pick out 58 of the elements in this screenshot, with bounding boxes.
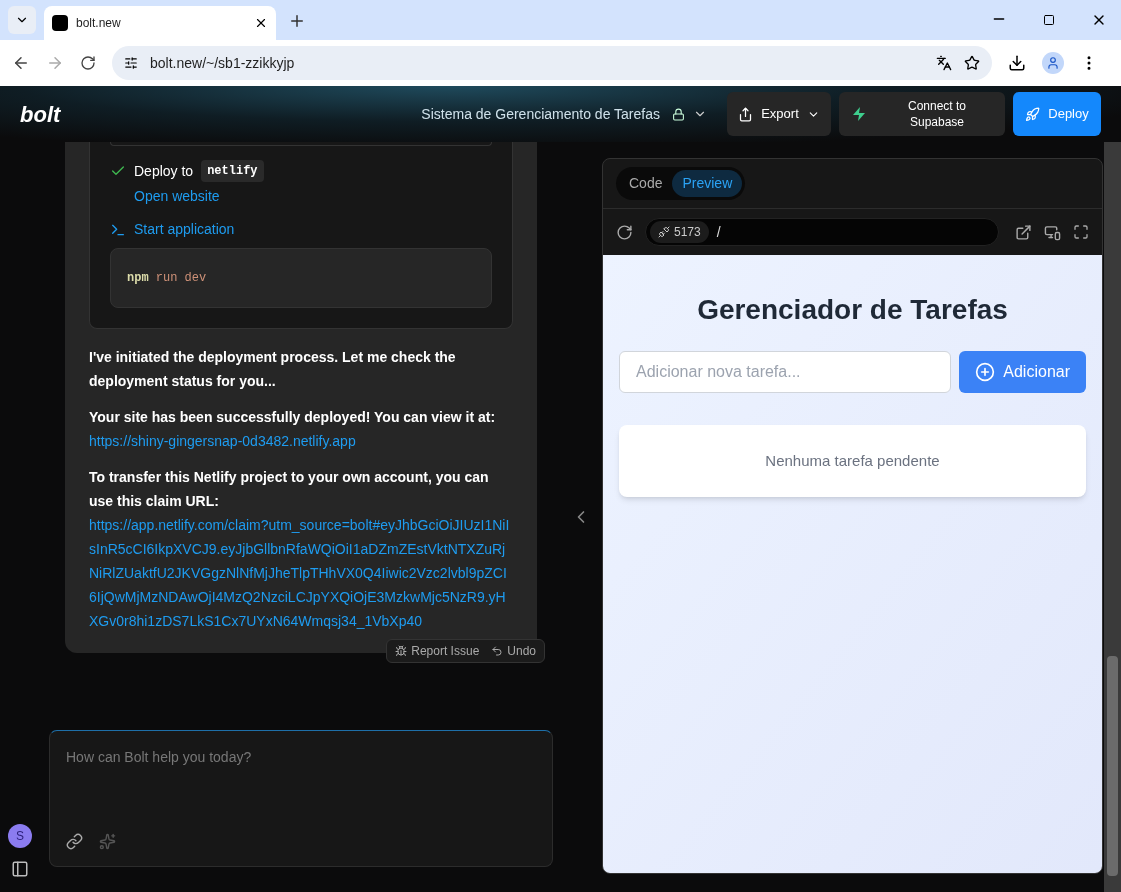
view-tab[interactable]: Preview <box>672 170 743 197</box>
site-info-icon[interactable] <box>124 56 138 70</box>
close-icon[interactable] <box>254 16 268 30</box>
command-block: npm run dev <box>110 248 492 308</box>
report-issue-button[interactable]: Report Issue <box>395 642 480 660</box>
open-website-link[interactable]: Open website <box>134 186 492 207</box>
message-paragraph: I've initiated the deployment process. Let me check the deployment status for you... <box>89 348 457 391</box>
app-title: Gerenciador de Tarefas <box>696 293 1009 327</box>
lock-icon <box>672 107 685 121</box>
devices-icon[interactable] <box>1044 223 1061 241</box>
new-tab-icon[interactable] <box>288 12 306 30</box>
message-paragraph: To transfer this Netlify project to your own account, you can use this claim URL: <box>89 468 490 511</box>
maximize-icon[interactable] <box>1043 14 1055 26</box>
add-button[interactable]: Adicionar <box>959 351 1086 393</box>
view-tab[interactable]: Code <box>619 170 673 197</box>
action-label: Deploy to <box>134 161 194 181</box>
user-avatar[interactable]: S <box>8 824 32 848</box>
sidebar-toggle-icon[interactable] <box>11 860 29 878</box>
project-title[interactable]: Sistema de Gerenciamento de Tarefas <box>421 103 660 125</box>
new-task-field[interactable]: Adicionar nova tarefa... <box>619 351 952 393</box>
path-text: / <box>716 222 721 242</box>
undo-button[interactable]: Undo <box>491 642 536 660</box>
deploy-target-badge: netlify <box>201 160 264 182</box>
url-text: bolt.new/~/sb1-zzikkyjp <box>150 53 296 73</box>
reload-icon[interactable] <box>80 55 96 71</box>
browser-tab[interactable]: bolt.new <box>44 6 276 40</box>
translate-icon[interactable] <box>936 55 952 71</box>
back-icon[interactable] <box>12 54 30 72</box>
address-bar[interactable]: bolt.new/~/sb1-zzikkyjp <box>112 46 992 80</box>
undo-icon <box>491 645 504 657</box>
start-application-label: Start application <box>134 220 235 239</box>
tab-title: bolt.new <box>76 15 122 32</box>
fullscreen-icon[interactable] <box>1073 224 1089 240</box>
link-icon[interactable] <box>66 833 83 850</box>
sparkles-icon[interactable] <box>99 833 116 850</box>
lightning-icon <box>851 106 867 122</box>
connect-supabase-button[interactable]: Connect to Supabase <box>839 92 1005 136</box>
empty-state-text: Nenhuma tarefa pendente <box>765 450 940 471</box>
bug-icon <box>395 645 408 657</box>
rocket-icon <box>1025 106 1041 122</box>
profile-avatar[interactable] <box>1042 52 1064 74</box>
chat-input[interactable]: How can Bolt help you today? <box>49 730 553 867</box>
open-external-icon[interactable] <box>1015 223 1032 241</box>
port-badge[interactable]: 5173 <box>650 221 709 243</box>
reload-icon[interactable] <box>616 223 633 241</box>
prompt-field[interactable]: How can Bolt help you today? <box>66 747 536 833</box>
bolt-logo[interactable]: bolt <box>20 97 61 131</box>
download-icon[interactable] <box>1008 54 1026 72</box>
deploy-button[interactable]: Deploy <box>1013 92 1101 136</box>
bookmark-star-icon[interactable] <box>964 55 980 71</box>
message-paragraph: Your site has been successfully deployed! You can view it at: <box>89 408 497 427</box>
plus-circle-icon <box>975 362 996 382</box>
share-icon <box>738 106 754 122</box>
url-link[interactable]: https://shiny-gingersnap-0d3482.netlify.app <box>89 429 513 453</box>
export-button[interactable]: Export <box>727 92 831 136</box>
site-favicon <box>52 15 68 31</box>
preview-address-field[interactable]: 5173 / <box>645 218 999 246</box>
url-link[interactable]: https://app.netlify.com/claim?utm_source=bolt#eyJhbGciOiJIUzI1NiIsInR5cCI6IkpXVCJ9.eyJjbGllbnRfaWQiOiI1aDZmZEstVktNTXZuRjNiRlZUaktfU2JKVGgzNlNfMjJheTlpTHhVX0Q4Iiwic2Vzc2lvbl9pZCI6IjQwMjMzNDAwOjI4MzQ2NzciLCJpYXQiOjE3MzkwMjc5NzR9.yHXGv0r8hi1zDS7LkS1Cx7UYxN64Wmqsj34_1VbXp40 <box>89 513 513 633</box>
